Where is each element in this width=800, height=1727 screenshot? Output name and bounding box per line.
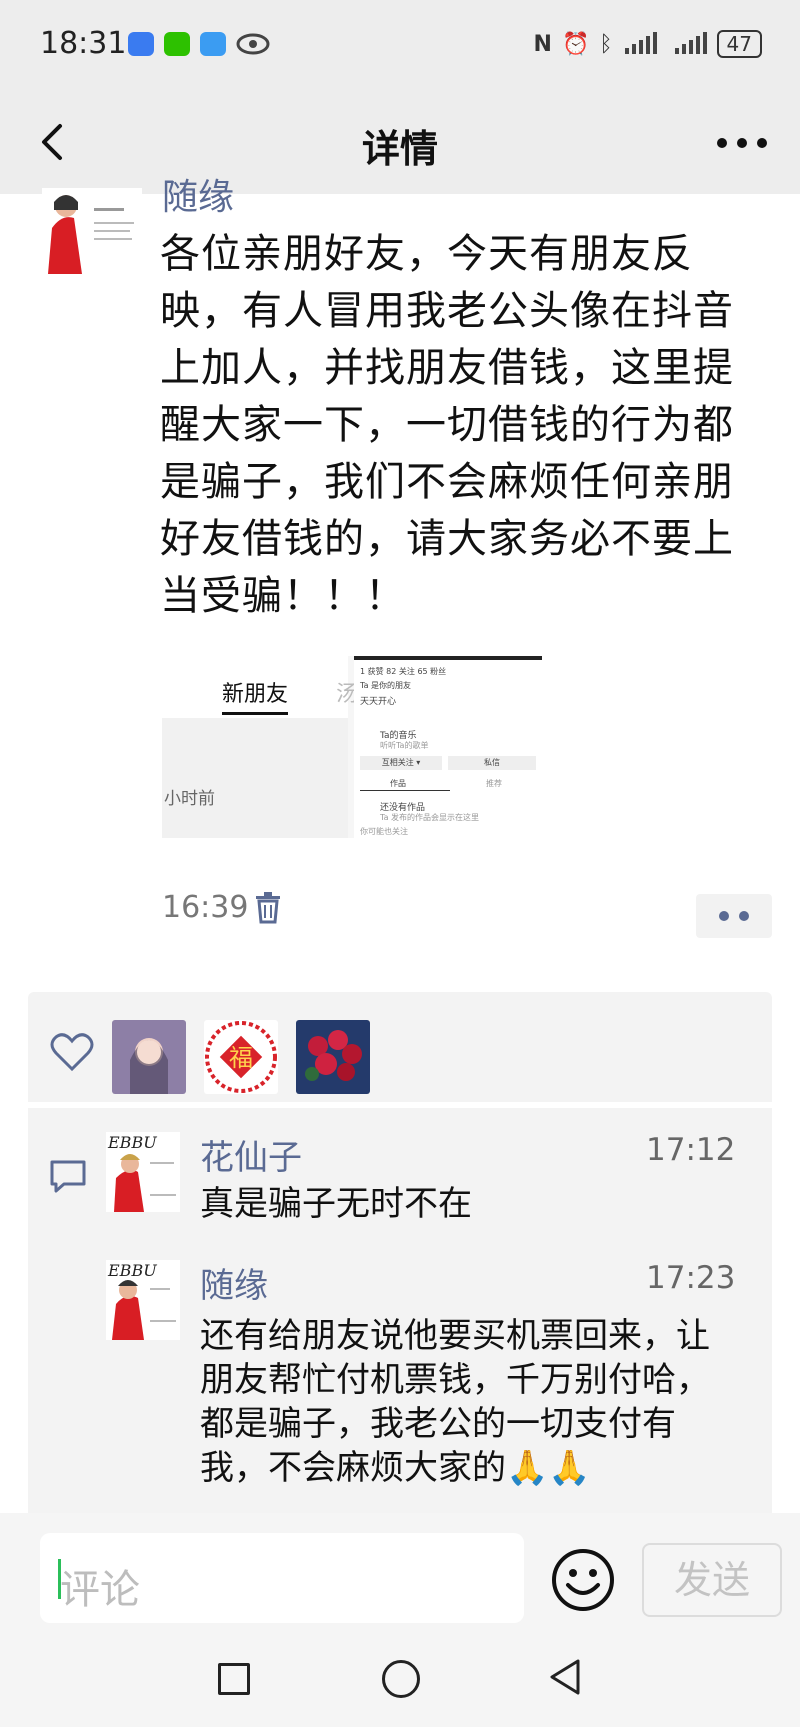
svg-text:福: 福 [229, 1044, 253, 1072]
tab-recommend: 推荐 [486, 779, 502, 788]
trash-icon[interactable] [254, 892, 282, 924]
signal-icon [674, 32, 707, 54]
image-time-text: 小时前 [164, 789, 215, 809]
comment-author-name[interactable]: 花仙子 [200, 1130, 302, 1179]
follow-button: 互相关注 ▾ [360, 756, 442, 770]
bluetooth-icon: ᛒ [599, 31, 613, 57]
more-options-icon[interactable] [714, 128, 770, 158]
recent-apps-icon[interactable] [218, 1663, 250, 1695]
image-grey-area [162, 718, 348, 838]
heart-icon [50, 1033, 94, 1072]
might-follow-text: 你可能也关注 [360, 827, 408, 836]
mail-icon [128, 32, 154, 56]
image-tab-new-friends: 新朋友 [222, 682, 289, 707]
svg-text:EBBU: EBBU [107, 1261, 157, 1280]
likes-section: 福 [28, 992, 772, 1102]
comment-placeholder: 评论 [60, 1567, 140, 1613]
comment-text: 真是骗子无时不在 [200, 1184, 472, 1224]
comments-section: EBBU 花仙子 17:12 真是骗子无时不在 EBBU 随缘 17:23 还有… [28, 1108, 772, 1513]
comment-time: 17:12 [646, 1132, 736, 1168]
alarm-icon: ⏰ [561, 31, 590, 57]
comment-text: 还有给朋友说他要买机票回来，让朋友帮忙付机票钱，千万别付哈，都是骗子，我老公的一… [200, 1316, 710, 1488]
comment-author-name[interactable]: 随缘 [200, 1258, 268, 1307]
tab-works: 作品 [390, 779, 406, 788]
message-button: 私信 [448, 756, 536, 770]
fu-avatar[interactable]: 福 [204, 1020, 278, 1094]
post-author-name[interactable]: 随缘 [162, 168, 234, 220]
title-bar: 详情 [0, 92, 800, 194]
likers-list: 福 [112, 1020, 370, 1094]
comment-icon [50, 1160, 86, 1193]
flowers-avatar[interactable] [296, 1020, 370, 1094]
comment-input-bar: 评论 发送 [0, 1513, 800, 1633]
music-subtitle: 听听Ta的歌单 [380, 741, 429, 750]
status-time: 18:31 [40, 26, 127, 61]
post-image-left-panel: 新朋友 汤 小时前 [162, 656, 358, 838]
comment-avatar[interactable]: EBBU [106, 1260, 180, 1340]
battery-indicator: 47 [716, 30, 762, 58]
comment-avatar[interactable]: EBBU [106, 1132, 180, 1212]
post-author-avatar[interactable] [42, 188, 142, 274]
page-title: 详情 [361, 127, 438, 171]
home-icon[interactable] [382, 1660, 420, 1698]
status-bar: 18:31 N ⏰ ᛒ 47 [0, 0, 800, 92]
two-dots-icon [719, 911, 749, 921]
works-tab-underline [360, 790, 450, 791]
profile-bio: 天天开心 [360, 697, 397, 707]
profile-stats: 1 获赞 82 关注 65 粉丝 [360, 667, 447, 676]
signal-icon [624, 32, 657, 54]
wechat-icon [164, 32, 190, 56]
comment-time: 17:23 [646, 1260, 736, 1296]
post-image[interactable]: 新朋友 汤 小时前 1 获赞 82 关注 65 粉丝 Ta 是你的朋友 天天开心… [162, 656, 542, 838]
system-nav-bar [0, 1633, 800, 1727]
nfc-icon: N [533, 31, 552, 57]
friend-tag: Ta 是你的朋友 [360, 681, 412, 690]
like-comment-menu-button[interactable] [696, 894, 772, 938]
image-top-bar [354, 656, 542, 660]
empty-works-subtitle: Ta 发布的作品会显示在这里 [380, 813, 480, 822]
status-indicators: N ⏰ ᛒ 47 [534, 30, 762, 58]
comment-input[interactable]: 评论 [40, 1533, 524, 1623]
post-image-right-panel: 1 获赞 82 关注 65 粉丝 Ta 是你的朋友 天天开心 Ta的音乐 听听T… [354, 656, 542, 838]
message-icon [200, 32, 226, 56]
image-tab-underline [222, 712, 288, 715]
send-button[interactable]: 发送 [642, 1543, 782, 1617]
status-app-icons [128, 32, 270, 56]
post-time: 16:39 [162, 890, 249, 925]
eye-icon [236, 33, 270, 55]
svg-text:EBBU: EBBU [107, 1133, 157, 1152]
girl-avatar[interactable] [112, 1020, 186, 1094]
back-triangle-icon[interactable] [548, 1657, 582, 1697]
post-content: 各位亲朋好友，今天有朋友反映，有人冒用我老公头像在抖音上加人，并找朋友借钱，这里… [160, 231, 734, 619]
emoji-icon[interactable] [550, 1547, 616, 1613]
